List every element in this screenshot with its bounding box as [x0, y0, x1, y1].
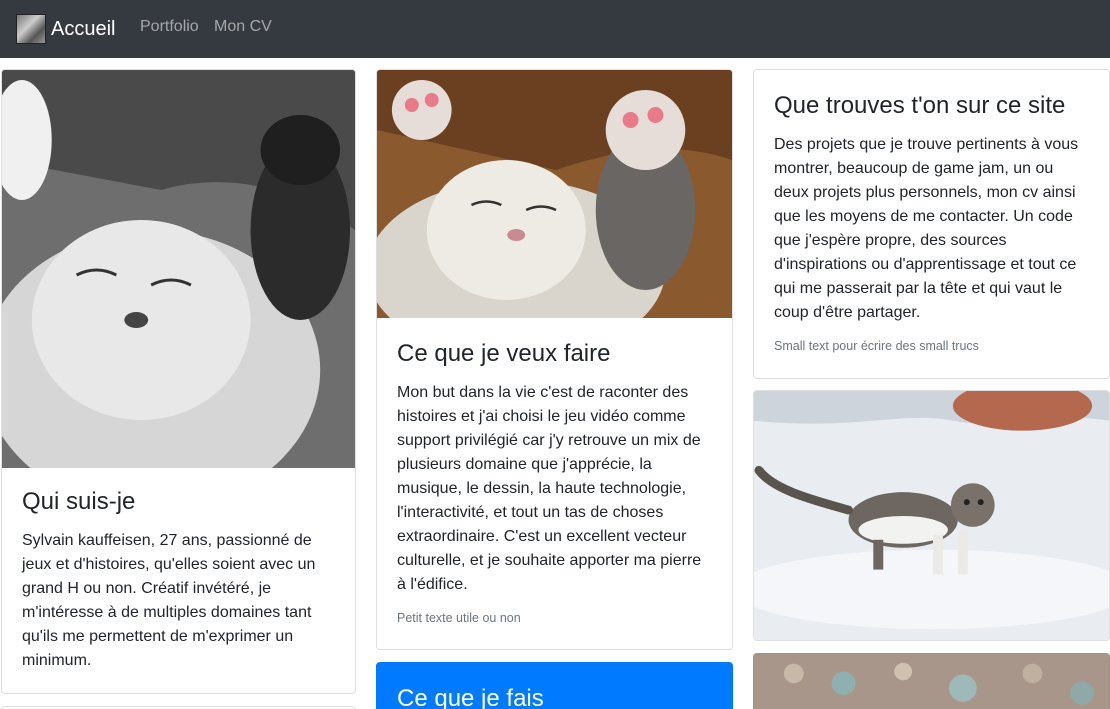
partial-photo [754, 654, 1109, 709]
card-do: Ce que je fais [376, 662, 733, 709]
card-do-body: Ce que je fais [377, 663, 732, 709]
card-who-body: Qui suis-je Sylvain kauffeisen, 27 ans, … [2, 468, 355, 673]
cat-photo-color [377, 70, 732, 318]
nav-link-cv[interactable]: Mon CV [214, 18, 272, 36]
brand-text: Accueil [51, 18, 116, 40]
cat-photo-bw [2, 70, 355, 468]
card-image-cat-bw [2, 70, 355, 468]
card-image-partial [753, 653, 1110, 709]
nav-link-portfolio[interactable]: Portfolio [140, 18, 199, 36]
card-image-cat-color [377, 70, 732, 318]
card-want-body: Ce que je veux faire Mon but dans la vie… [377, 318, 732, 625]
card-site-small: Small text pour écrire des small trucs [774, 338, 979, 353]
card-want-title: Ce que je veux faire [397, 340, 611, 367]
brand-link[interactable]: Accueil [16, 14, 115, 44]
card-who-title: Qui suis-je [22, 488, 136, 515]
cat-photo-snow [754, 391, 1109, 640]
card-want: Ce que je veux faire Mon but dans la vie… [376, 69, 733, 650]
card-site: Que trouves t'on sur ce site Des projets… [753, 69, 1110, 379]
navbar: Accueil Portfolio Mon CV [0, 0, 1110, 58]
card-site-title: Que trouves t'on sur ce site [774, 92, 1066, 119]
brand-logo [16, 14, 46, 44]
card-want-text: Mon but dans la vie c'est de raconter de… [397, 383, 702, 593]
card-site-text: Des projets que je trouve pertinents à v… [774, 135, 1079, 321]
card-site-body: Que trouves t'on sur ce site Des projets… [754, 70, 1109, 353]
card-do-title: Ce que je fais [397, 685, 544, 709]
card-who: Qui suis-je Sylvain kauffeisen, 27 ans, … [1, 69, 356, 694]
card-who-text: Sylvain kauffeisen, 27 ans, passionné de… [22, 531, 316, 669]
card-want-small: Petit texte utile ou non [397, 610, 521, 625]
card-image-snow [753, 390, 1110, 641]
